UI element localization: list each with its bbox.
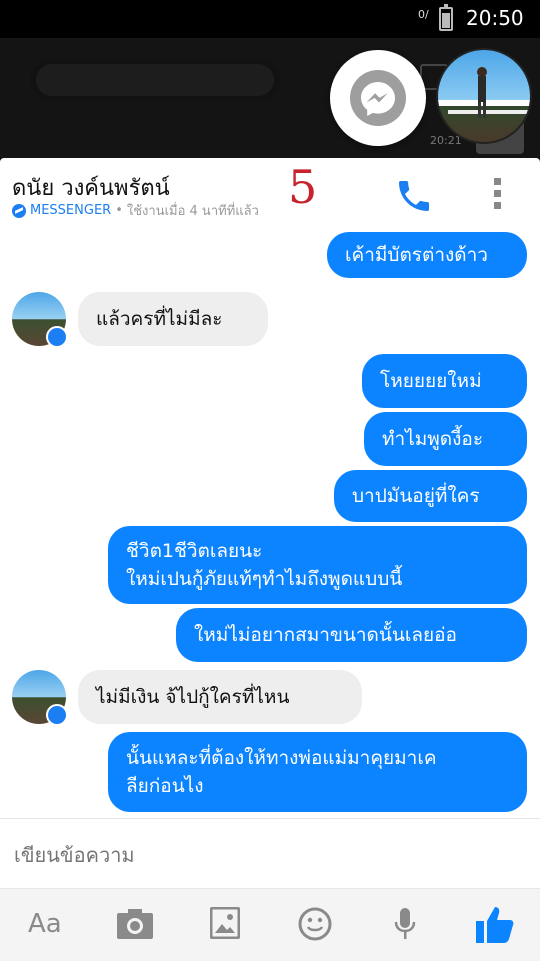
messenger-badge-icon <box>12 203 26 218</box>
message-outgoing[interactable]: ใหม่ไม่อยากสมาขนาดนั้นเลยอ่อ <box>176 608 527 662</box>
message-composer[interactable] <box>0 818 540 889</box>
message-input[interactable] <box>12 833 526 877</box>
signal-indicator: 0/ <box>418 8 429 21</box>
like-button[interactable] <box>474 903 516 943</box>
message-incoming[interactable]: ไม่มีเงิน จ้ไปกู้ใครที่ไหน <box>78 670 362 724</box>
contact-avatar <box>12 670 68 726</box>
status-bar: 0/ 20:50 <box>0 0 540 38</box>
message-list[interactable]: เค้ามีบัตรต่างด้าว แล้วครที่ไม่มีละ โหยย… <box>0 230 540 818</box>
voice-button[interactable] <box>394 907 416 943</box>
chat-panel: ดนัย วงค์นพรัตน์ MESSENGER • ใช้งานเมื่อ… <box>0 158 540 961</box>
camera-icon <box>117 909 153 939</box>
status-time: 20:50 <box>466 6 524 30</box>
redacted-scribble <box>30 58 280 102</box>
emoji-icon <box>298 907 332 941</box>
microphone-icon <box>394 908 416 939</box>
image-icon <box>209 906 241 940</box>
handwritten-annotation: 5 <box>288 160 318 214</box>
app-label: MESSENGER <box>30 203 112 218</box>
messenger-badge-icon <box>46 326 68 348</box>
conversation-header: ดนัย วงค์นพรัตน์ MESSENGER • ใช้งานเมื่อ… <box>0 158 540 231</box>
contact-chathead-avatar[interactable] <box>436 48 532 144</box>
battery-icon <box>439 4 453 31</box>
messenger-chathead-button[interactable] <box>330 50 426 146</box>
messenger-badge-icon <box>46 704 68 726</box>
active-status: ใช้งานเมื่อ 4 นาทีที่แล้ว <box>126 204 259 219</box>
message-outgoing[interactable]: ชีวิต1ชีวิตเลยนะ ใหม่เปนกู้ภัยแท้ๆทำไมถึ… <box>108 526 527 604</box>
message-outgoing[interactable]: ทำไมพูดงี้อะ <box>364 412 527 466</box>
text-format-button[interactable]: Aa <box>28 909 62 945</box>
conversation-subtitle: MESSENGER • ใช้งานเมื่อ 4 นาทีที่แล้ว <box>12 200 259 221</box>
emoji-button[interactable] <box>298 907 332 943</box>
gallery-button[interactable] <box>209 906 241 943</box>
contact-avatar <box>12 292 68 348</box>
message-incoming[interactable]: แล้วครที่ไม่มีละ <box>78 292 268 346</box>
more-options-button[interactable] <box>488 174 508 214</box>
phone-icon <box>399 181 429 211</box>
message-outgoing[interactable]: เค้ามีบัตรต่างด้าว <box>327 232 527 278</box>
message-outgoing[interactable]: บาปมันอยู่ที่ใคร <box>334 470 527 522</box>
call-button[interactable] <box>394 176 434 216</box>
composer-toolbar: Aa <box>0 888 540 961</box>
message-outgoing[interactable]: นั้นแหละที่ต้องให้ทางพ่อแม่มาคุยมาเค ลีย… <box>108 732 527 812</box>
thumbs-up-icon <box>476 907 514 943</box>
camera-button[interactable] <box>116 907 154 943</box>
message-outgoing[interactable]: โหยยยยใหม่ <box>362 354 527 408</box>
messenger-icon <box>350 70 406 126</box>
separator: • <box>115 203 123 218</box>
